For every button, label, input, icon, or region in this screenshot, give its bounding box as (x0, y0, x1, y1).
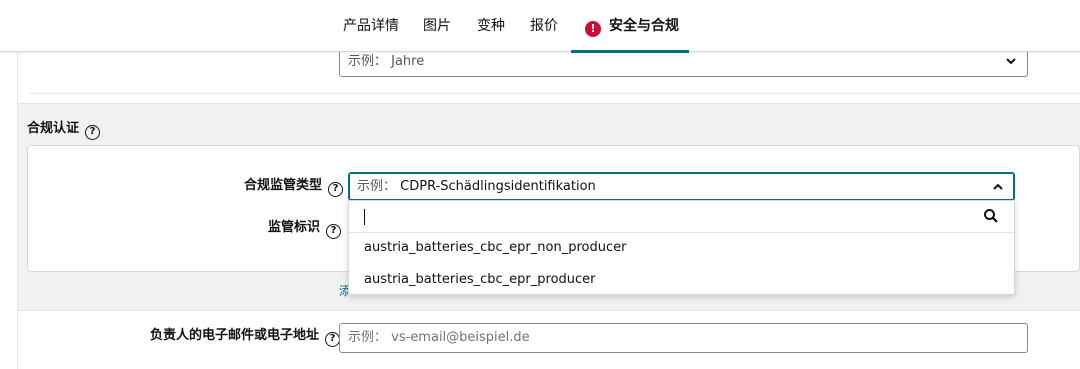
regulation-type-label: 合规监管类型? (244, 174, 344, 197)
regulation-id-label: 监管标识? (268, 216, 342, 239)
search-icon (984, 209, 998, 223)
section-title: 合规认证? (27, 117, 101, 140)
email-label-text: 负责人的电子邮件或电子地址 (150, 328, 320, 343)
divider (29, 93, 1080, 94)
top-tab-bar: 产品详情 图片 变种 报价 ! 安全与合规 (0, 0, 1080, 53)
tab-offer[interactable]: 报价 (530, 0, 558, 52)
tab-product-details[interactable]: 产品详情 (343, 0, 399, 52)
section-title-text: 合规认证 (27, 121, 80, 136)
select-prefix: 示例： (357, 179, 397, 194)
email-input[interactable]: 示例： vs-email@beispiel.de (339, 323, 1028, 353)
unit-select-placeholder: 示例： Jahre (348, 54, 425, 69)
tab-images[interactable]: 图片 (423, 0, 451, 52)
chevron-down-icon (1005, 48, 1017, 86)
regulation-id-label-text: 监管标识 (268, 220, 321, 235)
tab-variants[interactable]: 变种 (477, 0, 505, 52)
tab-safety-compliance[interactable]: ! 安全与合规 (571, 0, 689, 53)
regulation-type-select[interactable]: 示例： CDPR-Schädlingsidentifikation (348, 172, 1015, 201)
help-icon[interactable]: ? (325, 332, 341, 347)
email-label: 负责人的电子邮件或电子地址? (150, 324, 341, 347)
help-icon[interactable]: ? (326, 224, 342, 239)
dropdown-search-input[interactable] (349, 201, 1014, 233)
dropdown-option[interactable]: austria_batteries_cbc_epr_producer (364, 272, 596, 287)
select-value: CDPR-Schädlingsidentifikation (400, 179, 596, 194)
regulation-type-dropdown: austria_batteries_cbc_epr_non_producer a… (348, 200, 1015, 295)
help-icon[interactable]: ? (85, 125, 101, 140)
left-gutter (0, 52, 17, 369)
dropdown-option[interactable]: austria_batteries_cbc_epr_non_producer (364, 240, 626, 255)
active-tab-underline (571, 50, 689, 53)
alert-icon: ! (585, 21, 601, 37)
regulation-type-label-text: 合规监管类型 (244, 178, 323, 193)
help-icon[interactable]: ? (328, 182, 344, 197)
email-placeholder: vs-email@beispiel.de (391, 330, 530, 345)
text-caret (364, 209, 365, 225)
email-prefix: 示例： (348, 330, 388, 345)
tab-safety-label: 安全与合规 (609, 18, 679, 34)
